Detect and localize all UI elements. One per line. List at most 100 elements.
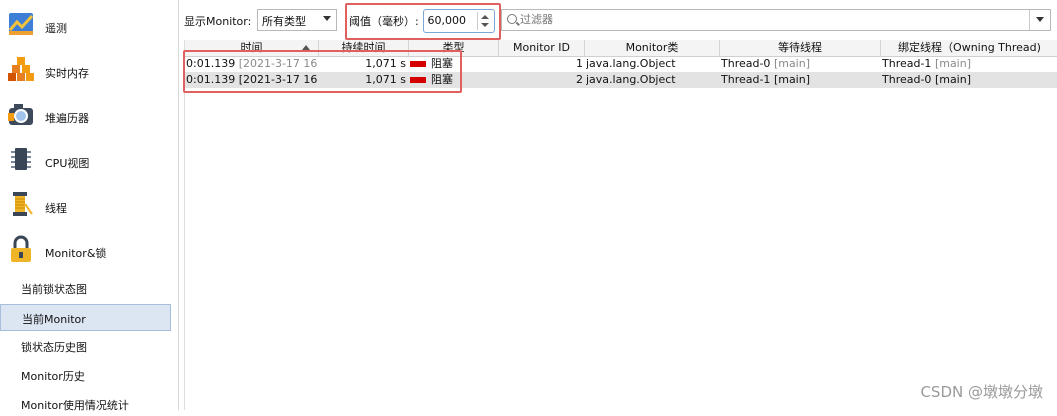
duration-value: 1,071 s (365, 57, 406, 70)
waiting-group-value: [main] (773, 73, 811, 86)
column-header-label: Monitor类 (625, 41, 679, 54)
lock-icon (11, 235, 31, 262)
waiting-group-value: [main] (773, 57, 811, 70)
time-value: 0:01.139 (186, 73, 236, 86)
sort-ascending-icon (302, 45, 310, 50)
sidebar-item-label: CPU视图 (45, 157, 90, 170)
table-row[interactable]: 0:01.139 [2021-3-17 16:... 1,071 s 阻塞 2 … (185, 72, 1057, 88)
cell-monitor-class: java.lang.Object (586, 56, 719, 72)
threshold-spinner[interactable]: 60,000 (423, 9, 495, 33)
sidebar-item-live-memory[interactable]: 实时内存 (0, 49, 178, 93)
sidebar-item-label: Monitor&锁 (45, 247, 107, 260)
table-row[interactable]: 0:01.139 [2021-3-17 16:... 1,071 s 阻塞 1 … (185, 56, 1057, 72)
owning-group-value: [main] (934, 57, 972, 70)
sidebar-subitem-current-locking-graph[interactable]: 当前锁状态图 (0, 275, 171, 300)
blocked-indicator-icon (410, 61, 426, 67)
toolbar: 显示Monitor: 所有类型 阈值（毫秒）: 60,000 (179, 0, 1057, 38)
time-detail: [2021-3-17 16:... (238, 57, 318, 70)
cell-monitor-class: java.lang.Object (586, 72, 719, 88)
cpu-views-icon (11, 148, 31, 170)
sidebar-subitem-monitor-usage-statistics[interactable]: Monitor使用情况统计 (0, 391, 171, 416)
column-header-label: 类型 (442, 41, 465, 54)
main-panel: 显示Monitor: 所有类型 阈值（毫秒）: 60,000 时间 (179, 0, 1057, 410)
cell-owning-thread: Thread-1 [main] (882, 56, 1057, 72)
duration-value: 1,071 s (365, 73, 406, 86)
monitors-table: 时间 持续时间 类型 Monitor ID Monitor类 等待线程 绑定线程… (184, 40, 1057, 410)
sidebar-subitem-label: 锁状态历史图 (21, 341, 87, 354)
heap-walker-icon (8, 104, 33, 125)
waiting-thread-value: Thread-0 (721, 57, 771, 70)
time-value: 0:01.139 (186, 57, 236, 70)
column-header-monitor-class[interactable]: Monitor类 (585, 40, 720, 56)
column-header-label: 时间 (240, 41, 263, 54)
filter-box[interactable] (501, 9, 1051, 31)
spinner-down-icon[interactable] (481, 23, 489, 27)
cell-time: 0:01.139 [2021-3-17 16:... (186, 56, 318, 72)
spinner-buttons[interactable] (477, 12, 492, 30)
sidebar-subitem-label: 当前锁状态图 (21, 283, 87, 296)
cell-type: 阻塞 (407, 72, 497, 88)
sidebar-item-monitors-locks[interactable]: Monitor&锁 (0, 229, 178, 273)
filter-separator (1029, 10, 1030, 30)
cell-monitor-id: 1 (499, 56, 583, 72)
search-icon (507, 14, 517, 24)
type-value: 阻塞 (431, 57, 453, 70)
monitor-id-value: 2 (576, 73, 583, 86)
column-header-label: 绑定线程（Owning Thread) (898, 41, 1041, 54)
column-header-time[interactable]: 时间 (185, 40, 319, 56)
chevron-down-icon[interactable] (1036, 17, 1044, 22)
cell-duration: 1,071 s (319, 72, 406, 88)
chevron-down-icon (323, 16, 331, 21)
column-header-duration[interactable]: 持续时间 (319, 40, 409, 56)
monitor-type-select[interactable]: 所有类型 (257, 9, 337, 31)
sidebar-item-heap-walker[interactable]: 堆遍历器 (0, 94, 178, 138)
column-header-type[interactable]: 类型 (409, 40, 499, 56)
monitor-class-value: java.lang.Object (586, 73, 676, 86)
sidebar-subitem-current-monitors[interactable]: 当前Monitor (0, 304, 171, 331)
filter-input[interactable] (520, 11, 1020, 27)
monitor-class-value: java.lang.Object (586, 57, 676, 70)
cell-monitor-id: 2 (499, 72, 583, 88)
watermark: CSDN @墩墩分墩 (920, 383, 1043, 401)
sidebar-item-cpu-views[interactable]: CPU视图 (0, 139, 178, 183)
type-value: 阻塞 (431, 73, 453, 86)
live-memory-icon (8, 57, 34, 81)
column-header-waiting-thread[interactable]: 等待线程 (720, 40, 881, 56)
sidebar-item-label: 实时内存 (45, 67, 89, 80)
cell-type: 阻塞 (407, 56, 497, 72)
sidebar-subitem-locking-history-graph[interactable]: 锁状态历史图 (0, 333, 171, 358)
sidebar-subitem-label: Monitor使用情况统计 (21, 399, 129, 412)
sidebar-subitem-monitor-history[interactable]: Monitor历史 (0, 362, 171, 387)
sidebar-item-label: 遥测 (45, 22, 67, 35)
waiting-thread-value: Thread-1 (721, 73, 771, 86)
threads-icon (13, 192, 33, 216)
sidebar: 遥测 实时内存 堆遍历器 CPU视图 线程 Monitor&锁 当前锁状态图 当… (0, 0, 179, 412)
monitor-id-value: 1 (576, 57, 583, 70)
monitor-type-value: 所有类型 (262, 15, 306, 28)
sidebar-item-label: 线程 (45, 202, 67, 215)
cell-owning-thread: Thread-0 [main] (882, 72, 1057, 88)
owning-thread-value: Thread-1 (882, 57, 932, 70)
sidebar-item-label: 堆遍历器 (45, 112, 89, 125)
show-monitors-label: 显示Monitor: (184, 15, 252, 28)
sidebar-item-telemetry[interactable]: 遥测 (0, 4, 178, 48)
blocked-indicator-icon (410, 77, 426, 83)
column-header-label: Monitor ID (512, 41, 571, 54)
column-header-label: 持续时间 (341, 41, 386, 54)
column-header-monitor-id[interactable]: Monitor ID (499, 40, 585, 56)
threshold-label: 阈值（毫秒）: (349, 15, 419, 28)
column-header-label: 等待线程 (778, 41, 822, 54)
spinner-up-icon[interactable] (481, 15, 489, 19)
time-detail: [2021-3-17 16:... (238, 73, 318, 86)
column-header-owning-thread[interactable]: 绑定线程（Owning Thread) (881, 40, 1057, 56)
owning-thread-value: Thread-0 (882, 73, 932, 86)
table-header: 时间 持续时间 类型 Monitor ID Monitor类 等待线程 绑定线程… (185, 40, 1057, 57)
cell-waiting-thread: Thread-0 [main] (721, 56, 880, 72)
sidebar-item-threads[interactable]: 线程 (0, 184, 178, 228)
sidebar-subitem-label: 当前Monitor (22, 313, 86, 326)
threshold-value: 60,000 (427, 14, 467, 27)
telemetry-icon (8, 13, 34, 35)
owning-group-value: [main] (934, 73, 972, 86)
sidebar-subitem-label: Monitor历史 (21, 370, 85, 383)
cell-waiting-thread: Thread-1 [main] (721, 72, 880, 88)
